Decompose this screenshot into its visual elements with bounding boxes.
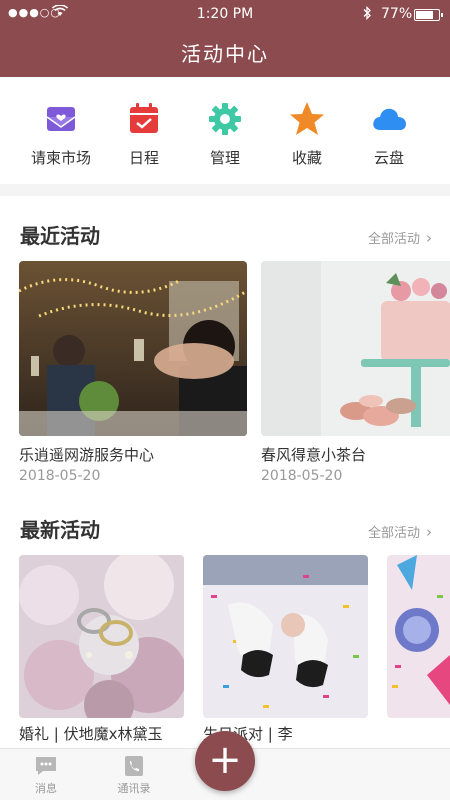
confetti-shoes-photo	[203, 555, 368, 718]
battery-percent: 77%	[381, 6, 413, 22]
section-title: 最新活动	[20, 518, 100, 542]
tab-label: 通讯录	[117, 782, 151, 795]
latest-activities-section: 最新活动 全部活动 › 婚礼 | 伏地魔x林黛玉 生日派对 | 李	[0, 500, 450, 748]
activity-card[interactable]: 生日派对 | 李	[203, 555, 368, 748]
tab-messages[interactable]: 消息	[16, 755, 76, 796]
quick-action-label: 请柬市场	[30, 149, 91, 167]
activity-name: 春风得意小茶台	[261, 446, 367, 464]
chevron-right-icon: ›	[426, 523, 432, 541]
activity-date: 2018-05-20	[19, 468, 101, 484]
activity-card[interactable]: 乐逍遥网游服务中心 2018-05-20	[19, 261, 247, 491]
battery-icon	[414, 9, 443, 21]
view-all-label: 全部活动	[367, 526, 420, 541]
chat-bubble-icon	[34, 755, 58, 777]
party-decor-photo	[387, 555, 450, 718]
quick-action-label: 云盘	[373, 149, 404, 167]
latest-view-all-link[interactable]: 全部活动 ›	[368, 522, 432, 541]
activity-card[interactable]: 春风得意小茶台 2018-05-20	[261, 261, 450, 491]
calendar-check-icon	[124, 99, 164, 139]
cake-photo	[261, 261, 450, 436]
bluetooth-icon	[362, 5, 372, 24]
view-all-label: 全部活动	[367, 232, 420, 247]
quick-actions: 请柬市场 日程 管理 收藏 云盘	[0, 77, 450, 184]
quick-action-favorites[interactable]: 收藏	[262, 99, 352, 168]
quick-action-manage[interactable]: 管理	[180, 99, 270, 168]
activity-card[interactable]	[387, 555, 450, 748]
activity-date: 2018-05-20	[261, 468, 343, 484]
quick-action-schedule[interactable]: 日程	[99, 99, 189, 168]
recent-view-all-link[interactable]: 全部活动 ›	[368, 228, 432, 247]
envelope-heart-icon	[41, 99, 81, 139]
star-icon	[287, 99, 327, 139]
activity-name: 婚礼 | 伏地魔x林黛玉	[19, 725, 163, 743]
tab-contacts[interactable]: 通讯录	[104, 755, 164, 796]
chevron-right-icon: ›	[426, 229, 432, 247]
app-header: ●●●○○ 1:20 PM 77% 活动中心	[0, 0, 450, 77]
activity-name: 乐逍遥网游服务中心	[19, 446, 155, 464]
tab-label: 消息	[35, 782, 57, 795]
section-title: 最近活动	[20, 224, 100, 248]
recent-activities-section: 最近活动 全部活动 › 乐逍遥网游服务中心 2018-05-20 春风得意小茶台…	[0, 196, 450, 500]
cloud-icon	[369, 99, 409, 139]
quick-action-label: 日程	[128, 149, 159, 167]
status-bar: ●●●○○ 1:20 PM 77%	[0, 4, 450, 24]
quick-action-label: 收藏	[291, 149, 322, 167]
party-toast-photo	[19, 261, 247, 436]
quick-action-label: 管理	[209, 149, 240, 167]
add-activity-button[interactable]: +	[195, 731, 255, 791]
phone-icon	[122, 755, 146, 777]
gear-icon	[205, 99, 245, 139]
activity-card[interactable]: 婚礼 | 伏地魔x林黛玉	[19, 555, 184, 748]
page-title: 活动中心	[181, 42, 269, 66]
quick-action-cloud[interactable]: 云盘	[344, 99, 434, 168]
wedding-rings-photo	[19, 555, 184, 718]
quick-action-invitation-market[interactable]: 请柬市场	[16, 99, 106, 168]
